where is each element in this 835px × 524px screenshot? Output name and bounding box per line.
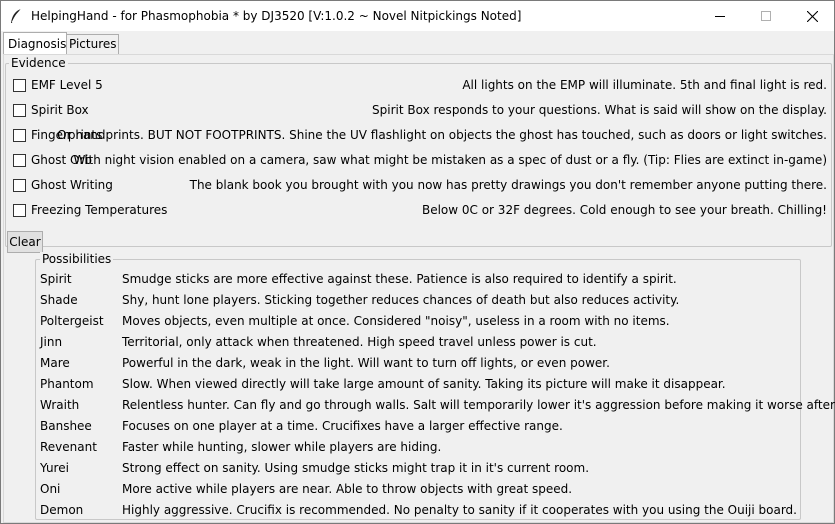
- maximize-button[interactable]: [743, 1, 789, 31]
- evidence-label[interactable]: Spirit Box: [31, 103, 89, 117]
- possibility-row-jinn: Jinn Territorial, only attack when threa…: [36, 334, 796, 352]
- tab-pictures[interactable]: Pictures: [64, 34, 119, 55]
- ghost-name: Wraith: [40, 398, 80, 412]
- tab-diagnosis[interactable]: Diagnosis: [3, 32, 67, 54]
- ghost-description: Powerful in the dark, weak in the light.…: [122, 356, 610, 370]
- evidence-label[interactable]: EMF Level 5: [31, 78, 103, 92]
- close-button[interactable]: [789, 1, 835, 31]
- ghost-name: Spirit: [40, 272, 72, 286]
- ghost-description: Faster while hunting, slower while playe…: [122, 440, 442, 454]
- evidence-description: With night vision enabled on a camera, s…: [73, 153, 827, 167]
- evidence-row-fingerprints: Fingerprints Or handprints. BUT NOT FOOT…: [6, 127, 831, 145]
- possibility-row-oni: Oni More active while players are near. …: [36, 481, 796, 499]
- evidence-label[interactable]: Freezing Temperatures: [31, 203, 167, 217]
- checkbox-ghost-orb[interactable]: [13, 154, 26, 167]
- possibility-row-poltergeist: Poltergeist Moves objects, even multiple…: [36, 313, 796, 331]
- evidence-description: All lights on the EMP will illuminate. 5…: [462, 78, 827, 92]
- title-bar[interactable]: HelpingHand - for Phasmophobia * by DJ35…: [1, 1, 834, 31]
- checkbox-freezing-temperatures[interactable]: [13, 204, 26, 217]
- possibility-row-yurei: Yurei Strong effect on sanity. Using smu…: [36, 460, 796, 478]
- possibilities-group: Possibilities Spirit Smudge sticks are m…: [35, 252, 835, 520]
- ghost-name: Poltergeist: [40, 314, 104, 328]
- ghost-description: Shy, hunt lone players. Sticking togethe…: [122, 293, 680, 307]
- evidence-row-ghost-writing: Ghost Writing The blank book you brought…: [6, 177, 831, 195]
- possibility-row-demon: Demon Highly aggressive. Crucifix is rec…: [36, 502, 797, 520]
- maximize-icon: [761, 11, 771, 21]
- ghost-description: Slow. When viewed directly will take lar…: [122, 377, 726, 391]
- ghost-name: Demon: [40, 503, 84, 517]
- ghost-name: Shade: [40, 293, 78, 307]
- ghost-description: Highly aggressive. Crucifix is recommend…: [122, 503, 797, 517]
- possibility-row-phantom: Phantom Slow. When viewed directly will …: [36, 376, 796, 394]
- ghost-name: Banshee: [40, 419, 92, 433]
- ghost-description: Relentless hunter. Can fly and go throug…: [122, 398, 835, 412]
- minimize-icon: [715, 11, 725, 21]
- window-title: HelpingHand - for Phasmophobia * by DJ35…: [31, 9, 522, 23]
- checkbox-fingerprints[interactable]: [13, 129, 26, 142]
- app-window: HelpingHand - for Phasmophobia * by DJ35…: [0, 0, 835, 524]
- ghost-name: Phantom: [40, 377, 94, 391]
- possibility-row-revenant: Revenant Faster while hunting, slower wh…: [36, 439, 796, 457]
- possibility-row-spirit: Spirit Smudge sticks are more effective …: [36, 271, 796, 289]
- evidence-description: The blank book you brought with you now …: [189, 178, 827, 192]
- ghost-description: Territorial, only attack when threatened…: [122, 335, 597, 349]
- evidence-group-label: Evidence: [9, 56, 68, 70]
- ghost-name: Revenant: [40, 440, 97, 454]
- ghost-description: Moves objects, even multiple at once. Co…: [122, 314, 670, 328]
- evidence-description: Spirit Box responds to your questions. W…: [372, 103, 827, 117]
- ghost-description: Focuses on one player at a time. Crucifi…: [122, 419, 563, 433]
- evidence-row-freezing-temperatures: Freezing Temperatures Below 0C or 32F de…: [6, 202, 831, 220]
- checkbox-spirit-box[interactable]: [13, 104, 26, 117]
- evidence-description: Or handprints. BUT NOT FOOTPRINTS. Shine…: [57, 128, 827, 142]
- ghost-name: Mare: [40, 356, 70, 370]
- diagnosis-page: Evidence EMF Level 5 All lights on the E…: [3, 54, 835, 523]
- ghost-description: Smudge sticks are more effective against…: [122, 272, 677, 286]
- checkbox-ghost-writing[interactable]: [13, 179, 26, 192]
- ghost-name: Oni: [40, 482, 61, 496]
- minimize-button[interactable]: [697, 1, 743, 31]
- possibility-row-wraith: Wraith Relentless hunter. Can fly and go…: [36, 397, 835, 415]
- evidence-label[interactable]: Ghost Writing: [31, 178, 113, 192]
- evidence-row-spirit-box: Spirit Box Spirit Box responds to your q…: [6, 102, 831, 120]
- evidence-row-ghost-orb: Ghost Orb With night vision enabled on a…: [6, 152, 831, 170]
- possibility-row-shade: Shade Shy, hunt lone players. Sticking t…: [36, 292, 796, 310]
- ghost-description: More active while players are near. Able…: [122, 482, 573, 496]
- evidence-row-emf: EMF Level 5 All lights on the EMP will i…: [6, 77, 831, 95]
- possibilities-group-label: Possibilities: [40, 252, 114, 266]
- possibility-row-banshee: Banshee Focuses on one player at a time.…: [36, 418, 796, 436]
- feather-icon: [9, 8, 23, 24]
- possibility-row-mare: Mare Powerful in the dark, weak in the l…: [36, 355, 796, 373]
- evidence-group: Evidence EMF Level 5 All lights on the E…: [5, 56, 832, 253]
- evidence-description: Below 0C or 32F degrees. Cold enough to …: [421, 203, 827, 217]
- close-icon: [806, 10, 818, 22]
- ghost-name: Jinn: [40, 335, 63, 349]
- ghost-description: Strong effect on sanity. Using smudge st…: [122, 461, 590, 475]
- ghost-name: Yurei: [40, 461, 69, 475]
- clear-button[interactable]: Clear: [7, 231, 43, 253]
- checkbox-emf-level-5[interactable]: [13, 79, 26, 92]
